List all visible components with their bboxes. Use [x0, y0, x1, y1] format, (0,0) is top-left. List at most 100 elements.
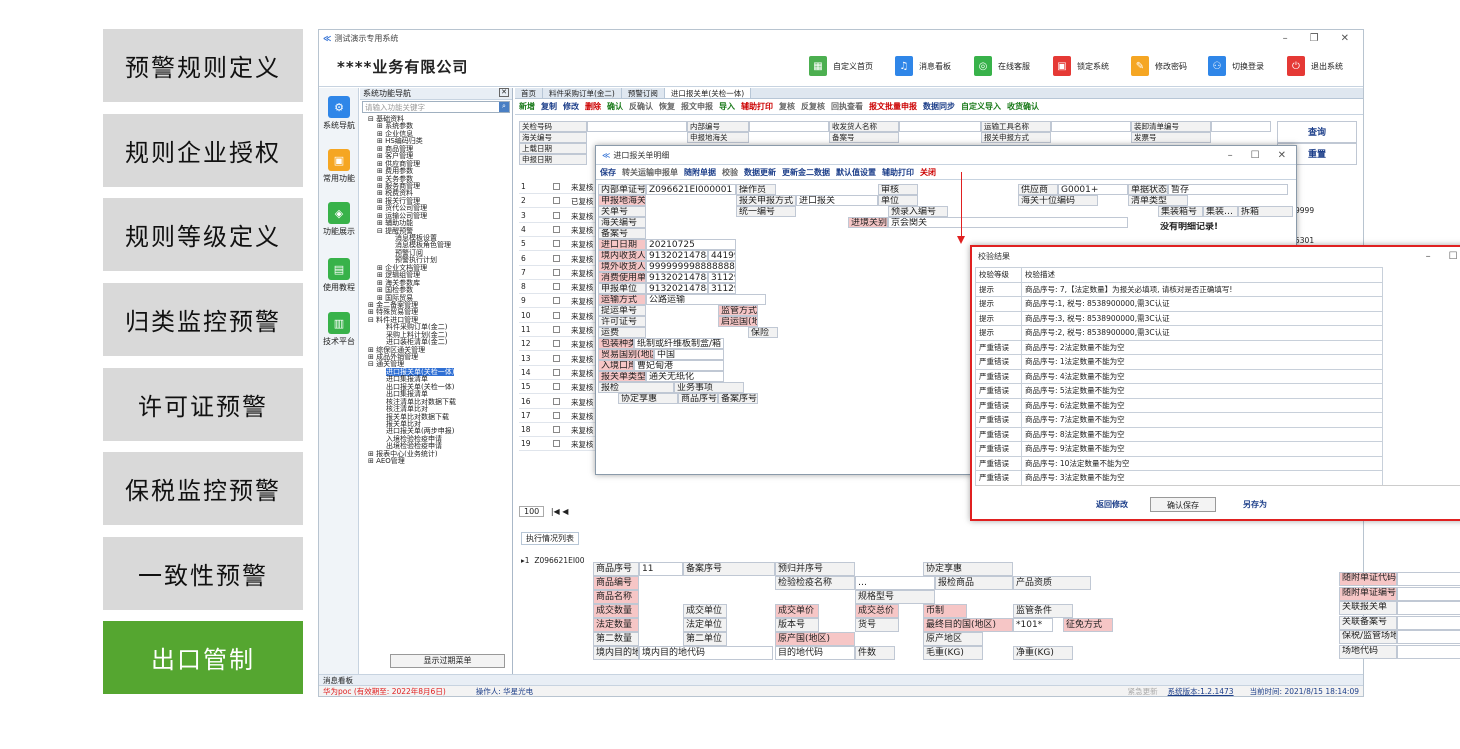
detail-field[interactable]: 没有明细记录! — [1158, 222, 1278, 233]
tab[interactable]: 首页 — [515, 88, 543, 98]
table-row[interactable]: 14 来复核 — [519, 366, 599, 380]
main-toolbar-button[interactable]: 反复核 — [801, 101, 825, 112]
validation-row[interactable]: 严重错误 商品序号: 5法定数量不能为空 — [975, 383, 1383, 399]
toolbar-item[interactable]: ▦ 自定义首页 — [809, 56, 873, 76]
toolbar-item[interactable]: ♫ 消息看板 — [895, 56, 951, 76]
page-size[interactable]: 100 — [519, 506, 545, 517]
main-toolbar-button[interactable]: 回执查看 — [831, 101, 863, 112]
goods-right-input[interactable] — [1397, 572, 1460, 586]
row-checkbox[interactable] — [553, 340, 560, 348]
table-row[interactable]: 17 来复核 — [519, 409, 599, 423]
row-checkbox[interactable] — [553, 368, 560, 376]
detail-field[interactable]: 20210725 — [646, 239, 736, 250]
detail-field[interactable]: 中国 — [654, 349, 724, 360]
prev-page-icon[interactable]: ◀ — [562, 507, 568, 516]
table-row[interactable]: 9 来复核 — [519, 294, 599, 309]
detail-field[interactable]: 4419960R0 — [708, 250, 736, 261]
goods-field[interactable]: 11 — [639, 562, 683, 576]
tree-item[interactable]: 核注清单比对数据下载 — [360, 398, 512, 406]
main-toolbar-button[interactable]: 新增 — [519, 101, 535, 112]
restore-icon[interactable]: ☐ — [1251, 150, 1260, 161]
detail-field[interactable]: 91320214784390499 — [646, 283, 708, 294]
side-nav-item[interactable]: ▣ 常用功能 — [319, 149, 359, 184]
table-row[interactable]: 3 来复核 — [519, 209, 599, 223]
left-nav-item[interactable]: 一致性预警 — [103, 537, 303, 610]
validation-row[interactable]: 严重错误 商品序号: 4法定数量不能为空 — [975, 368, 1383, 384]
close-icon[interactable]: ✕ — [1278, 150, 1286, 161]
message-board-label[interactable]: 消息看板 — [323, 676, 353, 685]
main-toolbar-button[interactable]: 辅助打印 — [741, 101, 773, 112]
row-checkbox[interactable] — [553, 326, 560, 333]
validation-row[interactable]: 提示 商品序号:2, 税号: 8538900000,需3C认证 — [975, 325, 1383, 341]
main-toolbar-button[interactable]: 确认 — [607, 101, 623, 112]
left-nav-item[interactable]: 预警规则定义 — [103, 29, 303, 102]
query-button[interactable]: 查询 — [1277, 121, 1357, 143]
goods-right-input[interactable] — [1397, 644, 1460, 659]
tab[interactable]: 预警订阅 — [622, 88, 665, 98]
validation-row[interactable]: 严重错误 商品序号: 7法定数量不能为空 — [975, 412, 1383, 428]
tree-item[interactable]: ⊞ AEO管理 — [360, 457, 512, 465]
minimize-icon[interactable]: – — [1228, 150, 1233, 161]
confirm-save-button[interactable]: 确认保存 — [1150, 497, 1216, 512]
row-checkbox[interactable] — [553, 354, 560, 362]
main-toolbar-button[interactable]: 导入 — [719, 101, 735, 112]
update-label[interactable]: 紧急更新 — [1128, 686, 1158, 697]
query-input[interactable] — [1051, 121, 1131, 132]
close-icon[interactable]: ✕ — [1341, 33, 1349, 44]
table-row[interactable]: 19 来复核 — [519, 437, 599, 452]
toolbar-item[interactable]: ✎ 修改密码 — [1131, 56, 1187, 76]
tree-item[interactable]: 出口报关单(关检一体) — [360, 383, 512, 391]
main-toolbar-button[interactable]: 恢复 — [659, 101, 675, 112]
toolbar-item[interactable]: ▣ 锁定系统 — [1053, 56, 1109, 76]
validation-row[interactable]: 严重错误 商品序号: 8法定数量不能为空 — [975, 426, 1383, 442]
goods-right-input[interactable] — [1397, 601, 1460, 615]
main-toolbar-button[interactable]: 数据同步 — [923, 101, 955, 112]
first-page-icon[interactable]: |◀ — [551, 507, 560, 516]
query-input[interactable] — [899, 121, 981, 132]
main-toolbar-button[interactable]: 反确认 — [629, 101, 653, 112]
detail-toolbar-button[interactable]: 保存 — [600, 167, 616, 178]
goods-field[interactable]: … — [855, 576, 935, 590]
query-input[interactable] — [587, 121, 687, 132]
detail-field[interactable]: 91320214784390 — [646, 272, 708, 283]
row-checkbox[interactable] — [553, 411, 560, 419]
row-checkbox[interactable] — [553, 225, 560, 233]
detail-field[interactable]: 曹妃甸港 — [634, 360, 724, 371]
main-toolbar-button[interactable]: 自定义导入 — [961, 101, 1001, 112]
validation-row[interactable]: 提示 商品序号:3, 税号: 8538900000,需3C认证 — [975, 310, 1383, 326]
detail-field[interactable]: 暂存 — [1168, 184, 1288, 195]
row-checkbox[interactable] — [553, 268, 560, 276]
row-checkbox[interactable] — [553, 297, 560, 305]
main-toolbar-button[interactable]: 复核 — [779, 101, 795, 112]
query-input[interactable] — [749, 121, 829, 132]
left-nav-item[interactable]: 许可证预警 — [103, 368, 303, 441]
validation-row[interactable]: 严重错误 商品序号: 6法定数量不能为空 — [975, 397, 1383, 413]
goods-right-input[interactable] — [1397, 630, 1460, 644]
detail-toolbar-button[interactable]: 随附单据 — [684, 167, 716, 178]
main-toolbar-button[interactable]: 删除 — [585, 101, 601, 112]
minimize-icon[interactable]: – — [1426, 251, 1431, 262]
row-checkbox[interactable] — [553, 183, 560, 190]
show-expired-menu-button[interactable]: 显示过期菜单 — [390, 654, 505, 668]
tree-item[interactable]: 进口报关单(关检一体) — [360, 367, 512, 376]
row-checkbox[interactable] — [553, 240, 560, 248]
table-row[interactable]: 4 来复核 — [519, 223, 599, 237]
row-checkbox[interactable] — [553, 440, 560, 448]
main-toolbar-button[interactable]: 修改 — [563, 101, 579, 112]
detail-field[interactable]: 纸制或纤维板制盒/箱 — [634, 338, 724, 349]
restore-icon[interactable]: ☐ — [1449, 251, 1458, 262]
left-nav-item[interactable]: 规则等级定义 — [103, 198, 303, 271]
detail-field[interactable]: 京会関关 — [888, 217, 1128, 228]
side-nav-item[interactable]: ◈ 功能展示 — [319, 202, 359, 237]
detail-toolbar-button[interactable]: 数据更新 — [744, 167, 776, 178]
main-toolbar-button[interactable]: 复制 — [541, 101, 557, 112]
table-row[interactable]: 18 来复核 — [519, 423, 599, 438]
search-icon[interactable]: ⌕ — [499, 102, 509, 112]
detail-field[interactable]: 3112980797 — [708, 272, 736, 283]
toolbar-item[interactable]: ⚇ 切换登录 — [1208, 56, 1264, 76]
validation-row[interactable]: 严重错误 商品序号: 10法定数量不能为空 — [975, 455, 1383, 471]
detail-field[interactable]: 3112980797 — [708, 283, 736, 294]
bottom-tab[interactable]: 执行情况列表 — [521, 532, 579, 545]
validation-row[interactable]: 严重错误 商品序号: 9法定数量不能为空 — [975, 441, 1383, 457]
table-row[interactable]: 12 来复核 — [519, 337, 599, 352]
